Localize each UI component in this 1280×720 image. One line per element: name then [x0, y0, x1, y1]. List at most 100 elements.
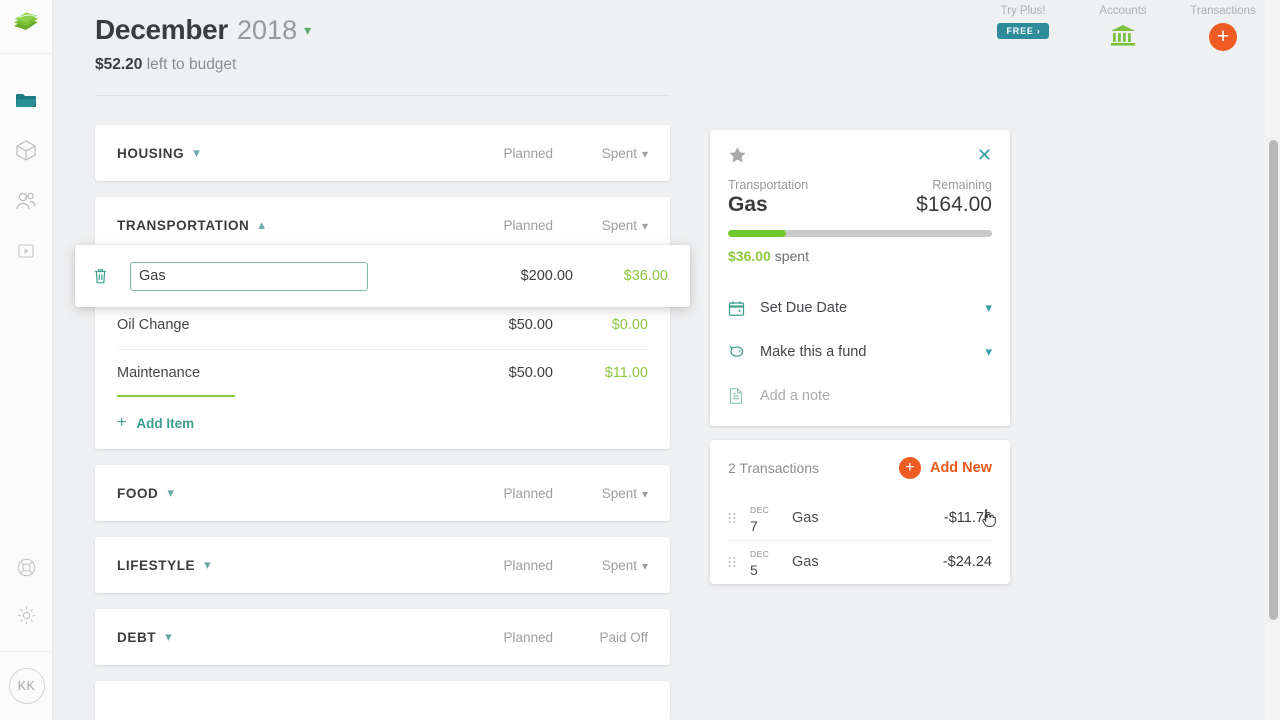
chevron-down-icon[interactable]: ▾	[642, 487, 648, 501]
chevron-down-icon[interactable]: ▾	[642, 559, 648, 573]
sidebar-item-funds[interactable]	[11, 138, 41, 168]
add-transaction-button[interactable]: +	[1209, 23, 1237, 51]
box-icon	[15, 139, 37, 167]
column-planned: Planned	[503, 629, 553, 645]
column-spent[interactable]: Spent ▾	[553, 218, 648, 233]
scrollbar-track[interactable]	[1265, 0, 1280, 720]
budget-group-transportation: TRANSPORTATION ▴ Planned Spent▾ Gas $200…	[95, 197, 670, 449]
column-spent[interactable]: Spent ▾	[553, 486, 648, 501]
group-name: HOUSING	[117, 145, 185, 161]
star-icon[interactable]	[728, 146, 747, 164]
column-spent-label: Spent	[601, 557, 637, 573]
app-logo[interactable]	[0, 0, 53, 54]
add-new-label: Add New	[929, 460, 992, 476]
sidebar-item-help[interactable]	[12, 555, 42, 585]
detail-remaining-amount: $164.00	[916, 193, 992, 216]
budget-item-maintenance[interactable]: Maintenance $50.00 $11.00	[95, 349, 670, 397]
transaction-row[interactable]: DEC 5 Gas -$24.24	[710, 540, 1010, 584]
detail-panel: ✕ Transportation Remaining Gas $164.00 $…	[710, 130, 1010, 598]
progress-bar	[728, 230, 992, 237]
chevron-right-icon: ›	[1036, 26, 1041, 36]
item-planned: $50.00	[508, 365, 553, 381]
detail-spent-amount: $36.00	[728, 248, 771, 264]
transaction-label: Gas	[792, 510, 819, 526]
transactions-card: 2 Transactions + Add New DEC 7 Gas -$11.…	[710, 440, 1010, 584]
people-icon	[14, 190, 38, 216]
group-name: TRANSPORTATION	[117, 217, 250, 233]
page-header: December 2018 ▾ $52.20 left to budget	[95, 14, 670, 96]
transaction-row[interactable]: DEC 7 Gas -$11.76	[710, 496, 1010, 540]
column-spent[interactable]: Spent ▾	[553, 146, 648, 161]
column-spent-label: Spent	[601, 485, 637, 501]
item-planned: $50.00	[508, 317, 553, 333]
drag-handle-icon[interactable]	[728, 555, 738, 569]
transaction-day: 7	[750, 518, 758, 534]
item-name-input[interactable]	[130, 261, 368, 291]
sidebar-item-budget[interactable]	[11, 88, 41, 118]
close-icon[interactable]: ✕	[977, 146, 992, 164]
add-item-label: Add Item	[136, 415, 195, 431]
chevron-up-icon[interactable]: ▴	[258, 217, 265, 233]
page-title-month: December	[95, 14, 229, 45]
transaction-date: DEC 5	[750, 544, 792, 580]
scrollbar-thumb[interactable]	[1269, 140, 1278, 620]
transaction-amount: -$24.24	[942, 554, 992, 570]
drag-handle-icon[interactable]	[728, 511, 738, 525]
group-header[interactable]: FOOD ▾ Planned Spent ▾	[95, 465, 670, 521]
chevron-down-icon[interactable]: ▾	[167, 485, 174, 501]
top-nav: Try Plus! FREE › Accounts Transactions +	[988, 0, 1258, 58]
left-to-budget-amount: $52.20	[95, 56, 143, 73]
chevron-down-icon[interactable]: ▾	[985, 344, 992, 360]
header-divider	[95, 95, 670, 96]
option-label: Set Due Date	[760, 300, 848, 316]
free-badge[interactable]: FREE ›	[997, 23, 1049, 39]
budget-group-next-partial	[95, 681, 670, 720]
sidebar-item-video[interactable]	[11, 238, 41, 268]
column-paid-off: Paid Off	[599, 629, 648, 645]
option-label: Make this a fund	[760, 344, 867, 360]
nav-accounts[interactable]: Accounts	[1088, 5, 1158, 52]
chevron-down-icon[interactable]: ▾	[642, 219, 648, 233]
calendar-icon	[728, 300, 750, 317]
add-new-transaction-button[interactable]: + Add New	[898, 457, 992, 479]
page-title-year: 2018	[237, 15, 298, 45]
month-selector[interactable]: December 2018 ▾	[95, 14, 670, 46]
transaction-month: DEC	[750, 505, 770, 515]
add-item-button[interactable]: + Add Item	[95, 397, 670, 449]
chevron-down-icon[interactable]: ▾	[165, 629, 172, 645]
column-planned: Planned	[503, 217, 553, 233]
sidebar-item-people[interactable]	[11, 188, 41, 218]
nav-transactions[interactable]: Transactions +	[1188, 5, 1258, 51]
chevron-down-icon[interactable]: ▾	[204, 557, 211, 573]
column-spent-label: Spent	[601, 217, 637, 233]
nav-try-plus-label: Try Plus!	[1000, 5, 1046, 17]
item-spent[interactable]: $36.00	[573, 268, 668, 284]
column-spent[interactable]: Spent ▾	[553, 558, 648, 573]
trash-icon[interactable]	[93, 267, 113, 285]
avatar[interactable]: KK	[8, 668, 45, 704]
left-to-budget-label: left to budget	[146, 56, 237, 73]
budget-group-housing: HOUSING ▾ Planned Spent ▾	[95, 125, 670, 181]
chevron-down-icon[interactable]: ▾	[304, 22, 311, 39]
group-name: LIFESTYLE	[117, 557, 196, 573]
chevron-down-icon[interactable]: ▾	[642, 147, 648, 161]
group-header[interactable]: HOUSING ▾ Planned Spent ▾	[95, 125, 670, 181]
detail-summary: ✕ Transportation Remaining Gas $164.00 $…	[710, 130, 1010, 280]
option-make-fund[interactable]: Make this a fund ▾	[710, 330, 1010, 374]
nav-try-plus[interactable]: Try Plus! FREE ›	[988, 5, 1058, 39]
option-label: Add a note	[760, 388, 831, 404]
group-header[interactable]: DEBT ▾ Planned Paid Off	[95, 609, 670, 665]
rail-nav	[11, 88, 41, 268]
group-header[interactable]: LIFESTYLE ▾ Planned Spent ▾	[95, 537, 670, 593]
option-set-due-date[interactable]: Set Due Date ▾	[710, 286, 1010, 330]
chevron-down-icon[interactable]: ▾	[193, 145, 200, 161]
option-add-note[interactable]: Add a note	[710, 374, 1010, 418]
chevron-down-icon[interactable]: ▾	[985, 300, 992, 316]
budget-item-oil-change[interactable]: Oil Change $50.00 $0.00	[95, 301, 670, 349]
transaction-month: DEC	[750, 549, 770, 559]
group-name: DEBT	[117, 629, 157, 645]
sidebar-item-settings[interactable]	[12, 603, 42, 633]
detail-spent-line: $36.00 spent	[728, 248, 992, 264]
item-planned[interactable]: $200.00	[453, 268, 573, 284]
left-rail: KK	[0, 0, 53, 720]
